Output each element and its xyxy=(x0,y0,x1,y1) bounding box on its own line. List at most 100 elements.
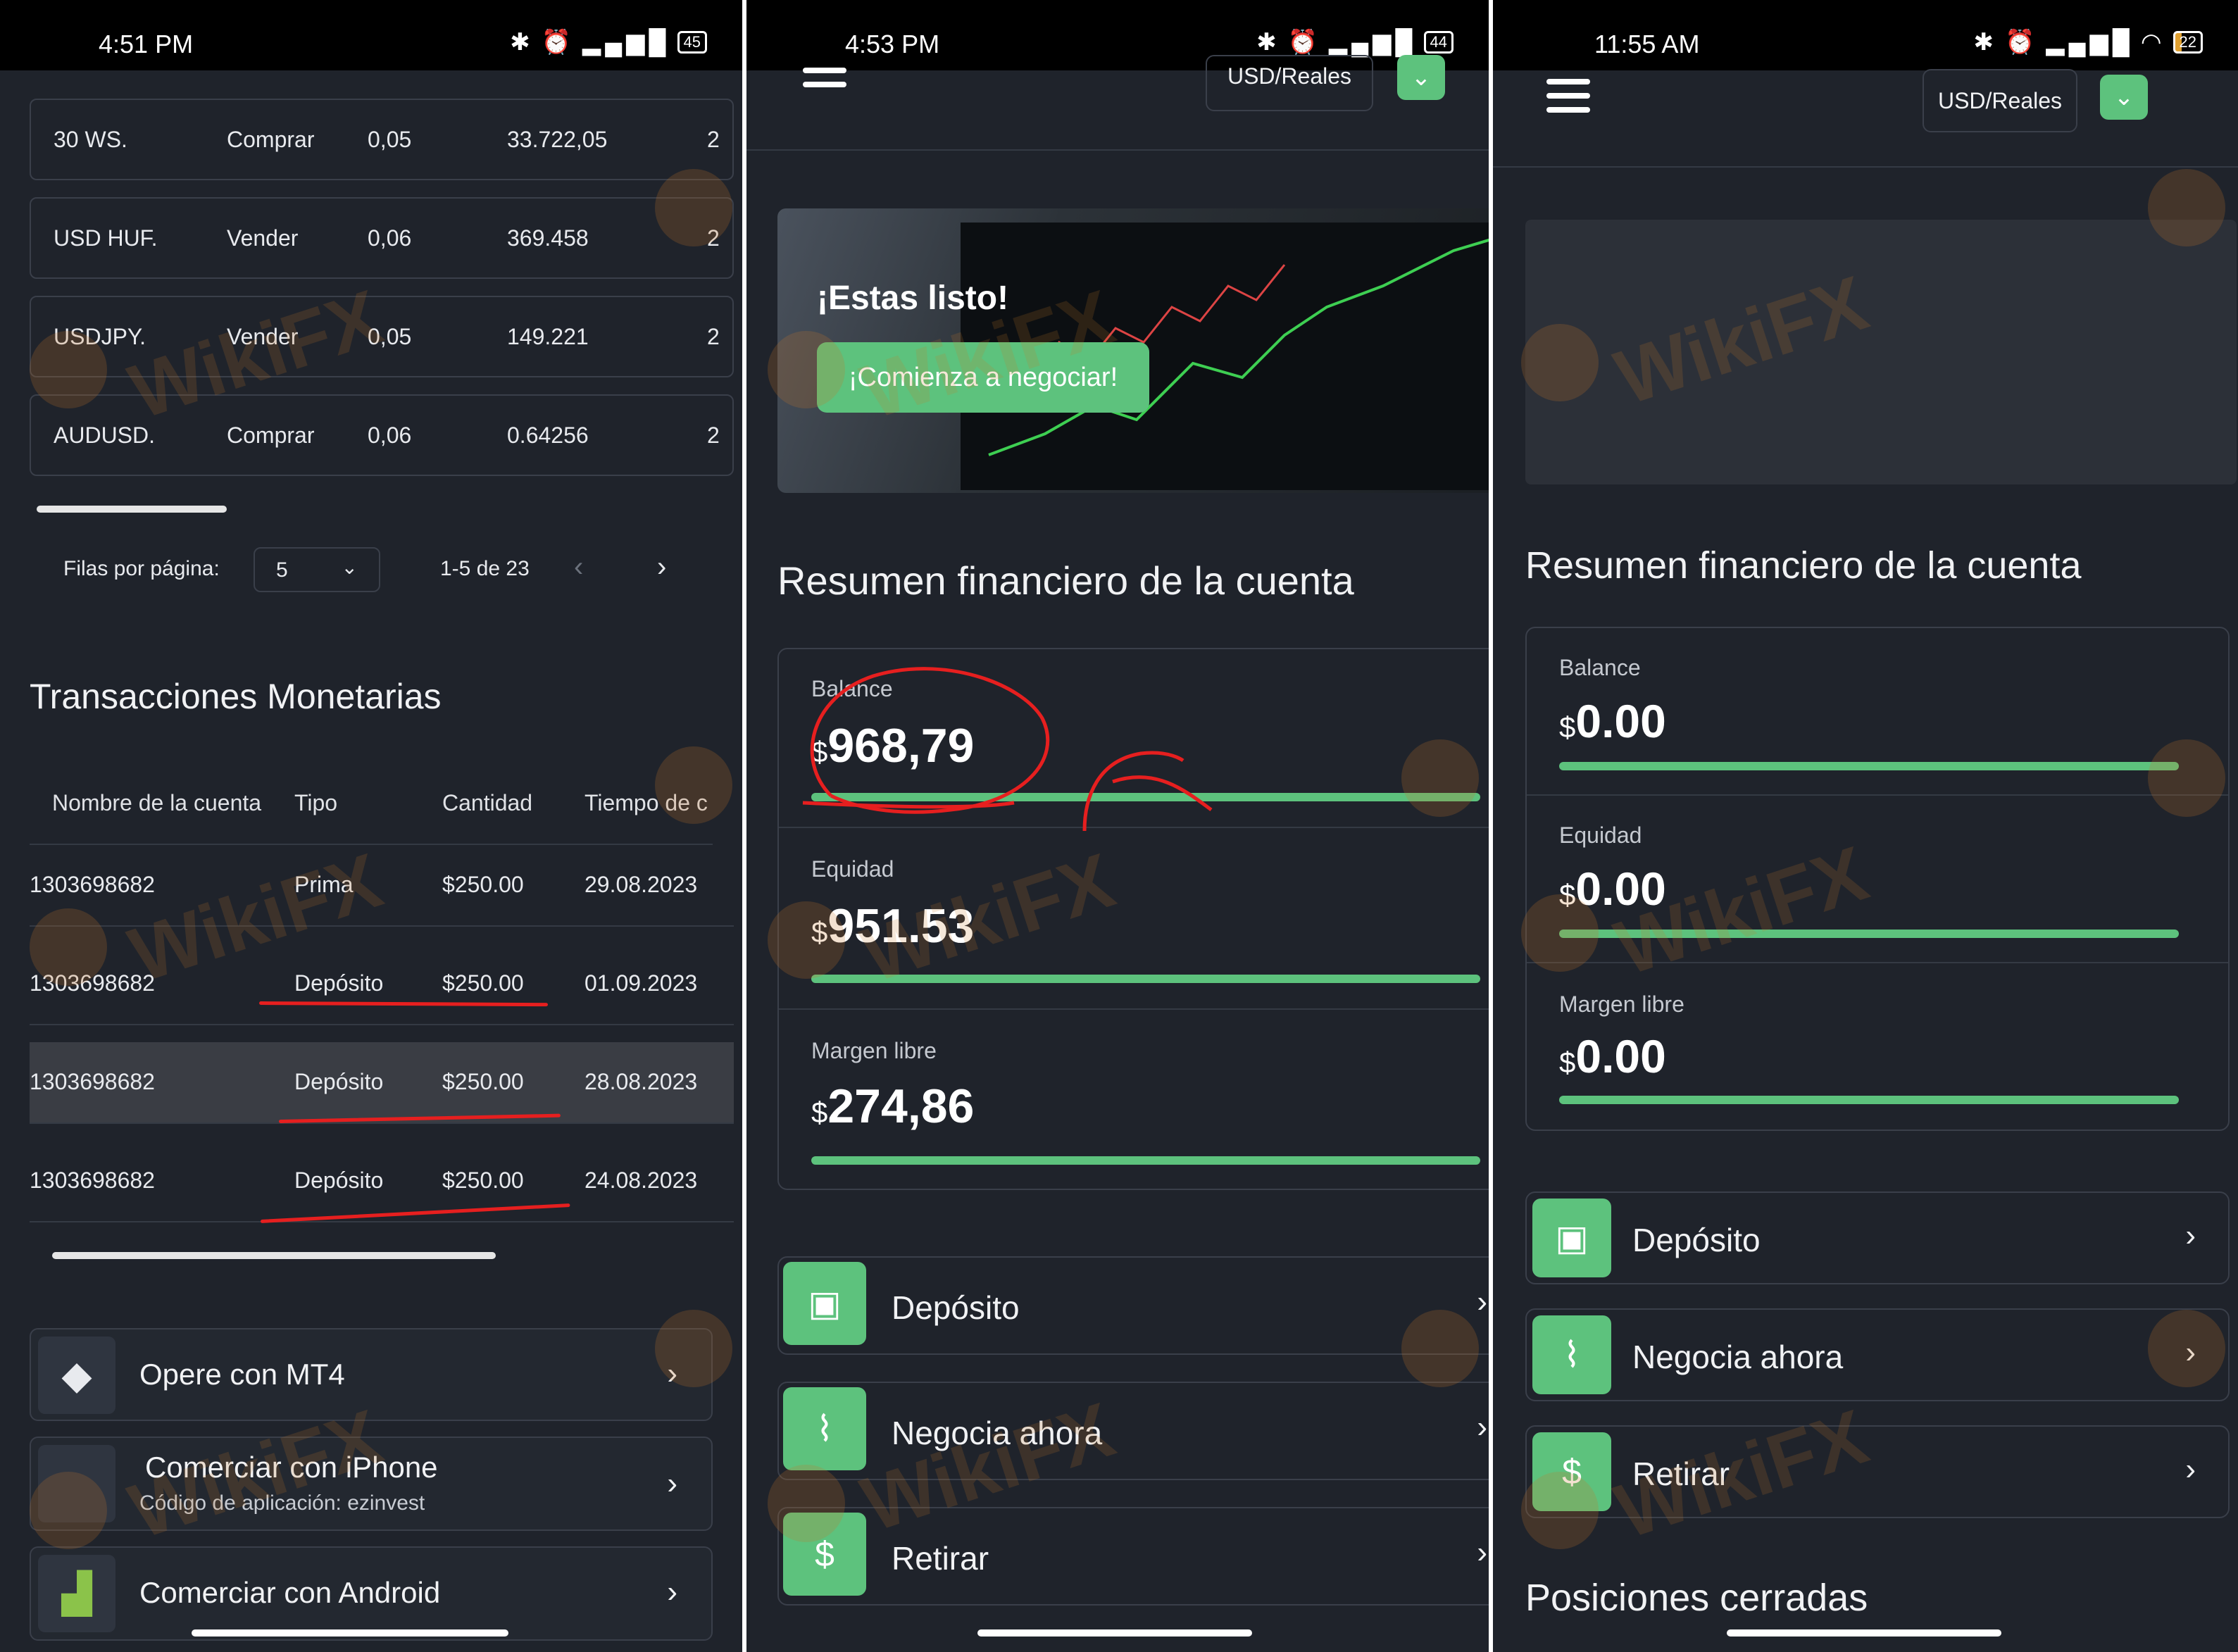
deposit-label: Depósito xyxy=(1632,1222,1761,1258)
status-icons: ✱ ⏰ ▂▄▆█ 45 xyxy=(510,28,707,56)
divider xyxy=(746,149,1489,151)
withdraw-button[interactable]: $ Retirar › xyxy=(777,1507,1489,1606)
rows-per-page-select[interactable]: 5 ⌄ xyxy=(254,547,380,592)
wifi-icon: ◠ xyxy=(2140,29,2166,56)
trade-price: 33.722,05 xyxy=(507,127,608,152)
home-indicator xyxy=(1727,1629,2001,1637)
trade-lot: 0,06 xyxy=(368,225,412,251)
pagination: Filas por página: 5 ⌄ 1-5 de 23 ‹ › xyxy=(63,546,697,595)
trade-now-button[interactable]: ⌇ Negocia ahora › xyxy=(1525,1308,2230,1401)
col-time: Tiempo de c xyxy=(584,790,708,815)
trade-symbol: 30 WS. xyxy=(54,127,127,152)
col-amount: Cantidad xyxy=(442,790,533,815)
trade-type: Comprar xyxy=(227,423,315,448)
free-margin-label: Margen libre xyxy=(811,1038,937,1063)
currency-symbol: $ xyxy=(1559,1046,1576,1079)
status-time: 11:55 AM xyxy=(1594,30,1700,58)
alarm-icon: ⏰ xyxy=(1287,29,1323,56)
next-page-icon[interactable]: › xyxy=(657,551,666,583)
apple-icon xyxy=(38,1445,115,1522)
free-margin-bar xyxy=(811,1156,1480,1165)
trade-row[interactable]: USD HUF. Vender 0,06 369.458 2 xyxy=(30,197,734,279)
withdraw-button[interactable]: $ Retirar › xyxy=(1525,1425,2230,1518)
equity-value: 0.00 xyxy=(1575,863,1666,915)
bluetooth-icon: ✱ xyxy=(510,29,535,56)
equity-bar xyxy=(811,975,1480,983)
battery-icon: 44 xyxy=(1423,31,1454,54)
tx-account: 1303698682 xyxy=(30,872,155,897)
table-row[interactable]: 1303698682 Depósito $250.00 01.09.2023 xyxy=(30,944,734,1025)
screen-summary-funded: 4:53 PM ✱ ⏰ ▂▄▆█ 44 USD/Reales ⌄ ¡Estas … xyxy=(746,0,1489,1652)
trade-type: Comprar xyxy=(227,127,315,152)
promo-banner[interactable]: ¡Estas listo! ¡Comienza a negociar! xyxy=(777,208,1489,493)
android-card[interactable]: ▟ Comerciar con Android › xyxy=(30,1546,713,1641)
trade-row[interactable]: AUDUSD. Comprar 0,06 0.64256 2 xyxy=(30,394,734,476)
tx-account: 1303698682 xyxy=(30,970,155,996)
bluetooth-icon: ✱ xyxy=(1973,29,1999,56)
summary-title: Resumen financiero de la cuenta xyxy=(777,558,1354,603)
free-margin-value: 274,86 xyxy=(827,1080,975,1133)
menu-icon[interactable] xyxy=(1546,79,1590,121)
table-row[interactable]: 1303698682 Prima $250.00 29.08.2023 xyxy=(30,845,734,927)
balance-value: 0.00 xyxy=(1575,695,1666,747)
status-icons: ✱ ⏰ ▂▄▆█ 44 xyxy=(1256,28,1454,56)
prev-page-icon[interactable]: ‹ xyxy=(574,551,583,583)
free-margin-bar xyxy=(1559,1096,2179,1104)
trade-row[interactable]: USDJPY. Vender 0,05 149.221 2 xyxy=(30,296,734,377)
closed-positions-title: Posiciones cerradas xyxy=(1525,1577,1868,1619)
withdraw-label: Retirar xyxy=(1632,1456,1730,1492)
trade-overflow: 2 xyxy=(707,127,720,152)
balance-item: Balance $0.00 xyxy=(1527,628,2228,796)
financial-summary-card: Balance $0.00 Equidad $0.00 Margen libre… xyxy=(1525,627,2230,1131)
iphone-card[interactable]: Comerciar con iPhone Código de aplicació… xyxy=(30,1437,713,1531)
deposit-button[interactable]: ▣ Depósito › xyxy=(777,1256,1489,1355)
chevron-down-icon[interactable]: ⌄ xyxy=(2100,75,2148,120)
chevron-right-icon: › xyxy=(667,1356,677,1391)
currency-symbol: $ xyxy=(1559,878,1576,911)
divider xyxy=(1493,166,2238,168)
status-time: 4:53 PM xyxy=(845,30,940,58)
screen-summary-empty: 11:55 AM ✱ ⏰ ▂▄▆█ ◠ 22 USD/Reales ⌄ Resu… xyxy=(1493,0,2238,1652)
trade-overflow: 2 xyxy=(707,423,720,448)
tx-date: 01.09.2023 xyxy=(584,970,698,996)
col-account: Nombre de la cuenta xyxy=(52,790,262,815)
table-row[interactable]: 1303698682 Depósito $250.00 28.08.2023 xyxy=(30,1042,734,1124)
trade-symbol: AUDUSD. xyxy=(54,423,156,448)
withdraw-label: Retirar xyxy=(892,1540,989,1577)
iphone-app-code: Código de aplicación: ezinvest xyxy=(139,1491,425,1515)
menu-icon[interactable] xyxy=(803,68,846,96)
android-label: Comerciar con Android xyxy=(139,1576,441,1609)
rows-per-page-value: 5 xyxy=(276,558,288,582)
trade-type: Vender xyxy=(227,225,299,251)
deposit-button[interactable]: ▣ Depósito › xyxy=(1525,1191,2230,1284)
tx-amount: $250.00 xyxy=(442,970,524,996)
table-row[interactable]: 1303698682 Depósito $250.00 24.08.2023 xyxy=(30,1141,734,1222)
summary-title: Resumen financiero de la cuenta xyxy=(1525,544,2082,587)
alarm-icon: ⏰ xyxy=(541,29,576,56)
equity-label: Equidad xyxy=(1559,822,1642,848)
tx-type: Prima xyxy=(294,872,354,897)
chevron-right-icon: › xyxy=(667,1575,677,1609)
status-time: 4:51 PM xyxy=(99,30,194,58)
trade-row[interactable]: 30 WS. Comprar 0,05 33.722,05 2 xyxy=(30,99,734,180)
trade-price: 149.221 xyxy=(507,324,589,349)
currency-select[interactable]: USD/Reales xyxy=(1206,55,1373,111)
android-icon: ▟ xyxy=(38,1555,115,1632)
chevron-down-icon[interactable]: ⌄ xyxy=(1397,55,1445,100)
tx-amount: $250.00 xyxy=(442,872,524,897)
horizontal-scrollbar[interactable] xyxy=(52,1252,496,1259)
page-range: 1-5 de 23 xyxy=(440,557,530,580)
start-trading-button[interactable]: ¡Comienza a negociar! xyxy=(817,342,1149,413)
chevron-right-icon: › xyxy=(1477,1535,1487,1570)
currency-symbol: $ xyxy=(811,1096,828,1129)
chart-icon: ⌇ xyxy=(1532,1315,1611,1394)
horizontal-scrollbar[interactable] xyxy=(37,506,227,513)
trade-now-button[interactable]: ⌇ Negocia ahora › xyxy=(777,1382,1489,1480)
wallet-icon: ▣ xyxy=(783,1262,866,1345)
trade-now-label: Negocia ahora xyxy=(1632,1339,1844,1375)
free-margin-item: Margen libre $274,86 xyxy=(779,1010,1489,1190)
annotation-circle xyxy=(802,667,1213,832)
mt4-card[interactable]: ◆ Opere con MT4 › xyxy=(30,1328,713,1421)
status-bar: 4:51 PM ✱ ⏰ ▂▄▆█ 45 xyxy=(0,0,742,70)
currency-select[interactable]: USD/Reales xyxy=(1923,69,2077,132)
